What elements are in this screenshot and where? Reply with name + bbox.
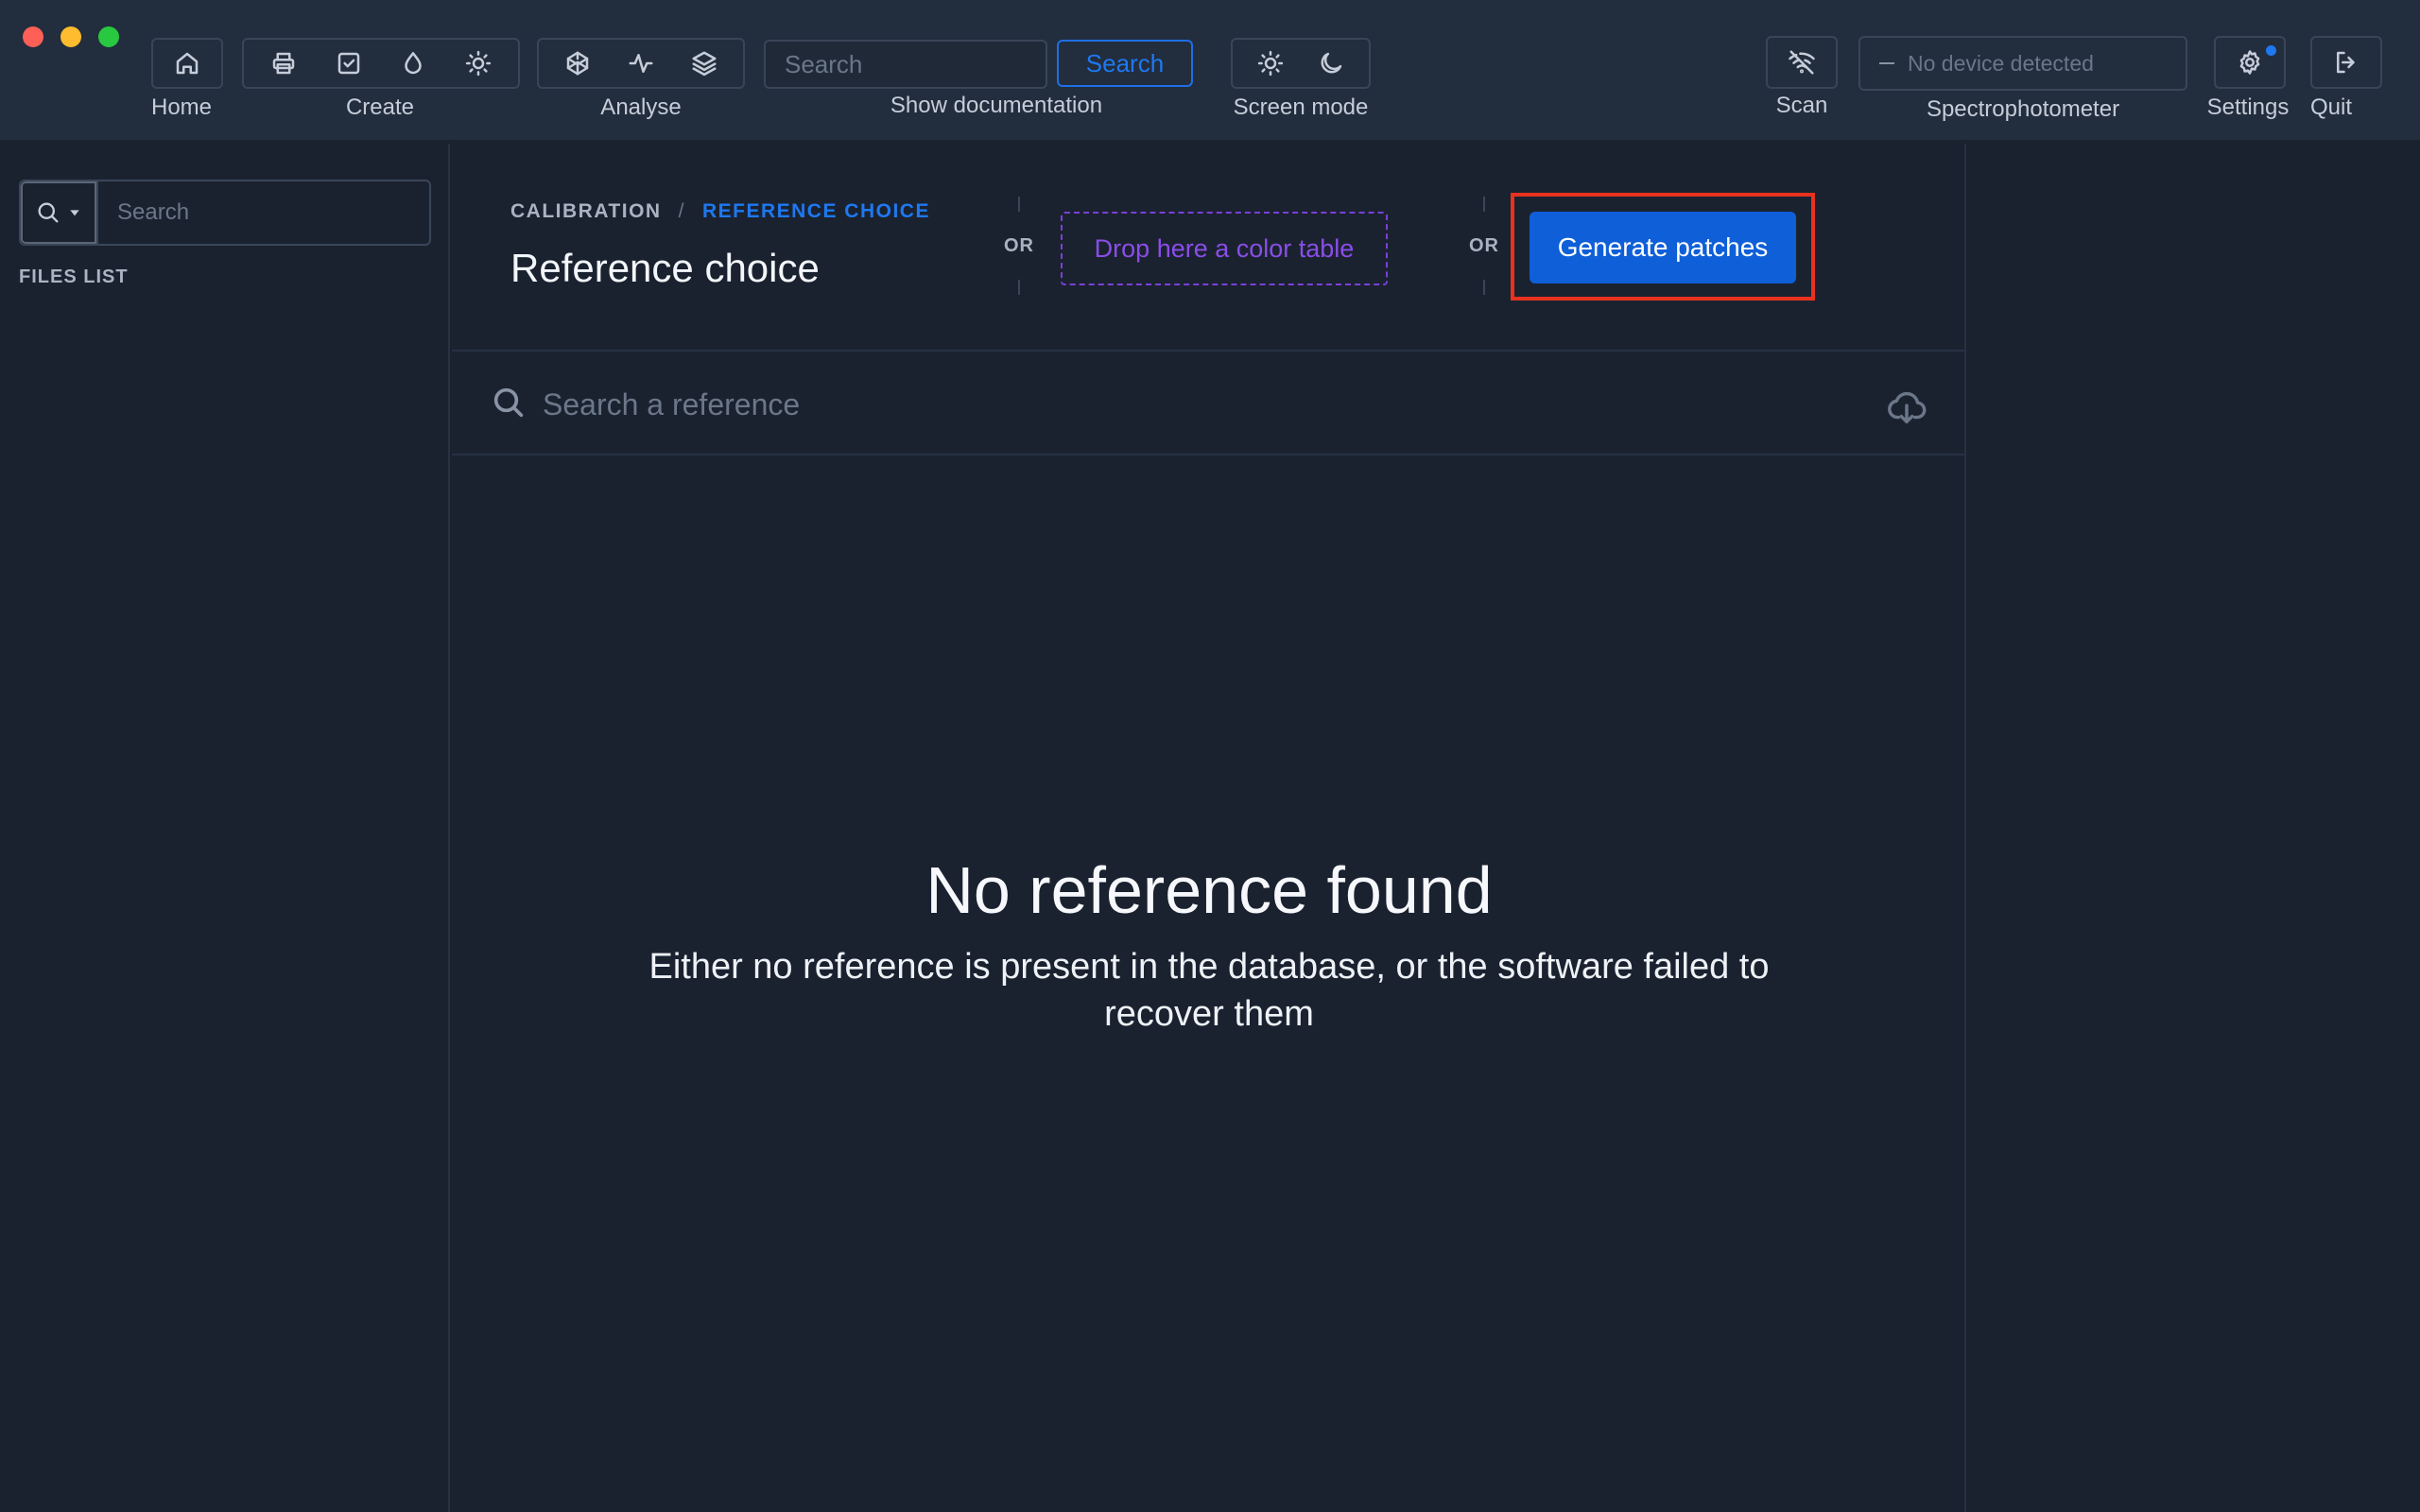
files-search-input[interactable] xyxy=(98,181,429,244)
device-status: No device detected xyxy=(1908,50,2094,76)
generate-patches-button[interactable]: Generate patches xyxy=(1530,212,1796,284)
window-minimize-button[interactable] xyxy=(60,26,81,47)
ink-button[interactable] xyxy=(387,42,440,85)
screen-mode-label: Screen mode xyxy=(1233,94,1369,120)
sun-icon xyxy=(465,50,491,77)
settings-label: Settings xyxy=(2206,94,2290,120)
breadcrumb-separator: / xyxy=(678,200,685,222)
screen-mode-group xyxy=(1231,38,1371,89)
dark-mode-button[interactable] xyxy=(1305,42,1357,85)
quit-button[interactable] xyxy=(2320,41,2373,84)
home-button-box xyxy=(151,38,223,89)
layers-button[interactable] xyxy=(678,42,731,85)
create-label: Create xyxy=(345,94,415,120)
home-icon xyxy=(176,52,199,75)
printer-icon xyxy=(273,52,295,75)
sidebar: FILES LIST xyxy=(0,144,450,1512)
home-label: Home xyxy=(150,94,213,120)
breadcrumb: CALIBRATION / REFERENCE CHOICE xyxy=(510,200,930,223)
breadcrumb-calibration[interactable]: CALIBRATION xyxy=(510,200,662,223)
reference-search-bar xyxy=(452,353,1966,455)
quit-button-box xyxy=(2310,36,2382,89)
light-button[interactable] xyxy=(452,42,505,85)
quit-label: Quit xyxy=(2309,94,2353,120)
spectrophotometer-select[interactable]: No device detected xyxy=(1858,36,2187,91)
empty-state-title: No reference found xyxy=(925,853,1493,927)
scan-button-box xyxy=(1766,36,1838,89)
home-button[interactable] xyxy=(161,42,214,85)
documentation-search-button[interactable]: Search xyxy=(1057,40,1193,87)
analyse-label: Analyse xyxy=(600,94,682,120)
cube-icon xyxy=(567,51,589,76)
layers-icon xyxy=(692,51,717,77)
notification-dot xyxy=(2266,45,2276,56)
logout-icon xyxy=(2337,51,2355,74)
sun-icon xyxy=(1257,50,1284,77)
search-icon xyxy=(493,387,524,418)
files-list-label: FILES LIST xyxy=(19,266,129,287)
page-title: Reference choice xyxy=(510,246,820,290)
moon-icon xyxy=(1321,52,1342,74)
documentation-search-input[interactable] xyxy=(764,40,1047,89)
activity-icon xyxy=(629,54,653,73)
show-documentation-label: Show documentation xyxy=(890,93,1103,118)
dash-icon xyxy=(1879,62,1894,64)
gear-icon xyxy=(2239,50,2260,75)
files-search xyxy=(19,180,431,246)
or-label: OR xyxy=(1004,234,1034,256)
breadcrumb-current: REFERENCE CHOICE xyxy=(701,200,930,222)
activity-button[interactable] xyxy=(614,42,667,85)
checkbox-icon xyxy=(337,52,359,75)
droplet-icon xyxy=(405,52,422,75)
caret-down-icon xyxy=(70,210,79,216)
or-separator-1: OR xyxy=(1000,197,1038,295)
toolbar: Home Create Analyse Search Show document… xyxy=(0,0,2420,142)
search-filter-dropdown[interactable] xyxy=(21,181,98,244)
search-icon xyxy=(38,202,59,223)
scan-label: Scan xyxy=(1775,93,1828,118)
analyse-group xyxy=(537,38,745,89)
empty-state-description: Either no reference is present in the da… xyxy=(648,947,1770,1034)
reference-search-input[interactable] xyxy=(543,376,1772,433)
or-separator-2: OR xyxy=(1465,197,1503,295)
color-table-dropzone[interactable]: Drop here a color table xyxy=(1061,212,1388,285)
page-header: CALIBRATION / REFERENCE CHOICE Reference… xyxy=(452,144,1966,352)
settings-button-box xyxy=(2214,36,2286,89)
spectrophotometer-label: Spectrophotometer xyxy=(1926,96,2120,122)
codepen-button[interactable] xyxy=(551,42,604,85)
create-group xyxy=(242,38,520,89)
right-panel xyxy=(1968,144,2420,1512)
or-label: OR xyxy=(1469,234,1499,256)
main-content: CALIBRATION / REFERENCE CHOICE Reference… xyxy=(452,144,1966,1512)
scan-button[interactable] xyxy=(1775,41,1828,84)
light-mode-button[interactable] xyxy=(1244,42,1297,85)
checklist-button[interactable] xyxy=(322,42,375,85)
wifi-off-icon xyxy=(1789,50,1815,75)
cloud-download-icon[interactable] xyxy=(1885,386,1928,429)
print-button[interactable] xyxy=(257,42,310,85)
window-maximize-button[interactable] xyxy=(98,26,119,47)
window-close-button[interactable] xyxy=(23,26,43,47)
